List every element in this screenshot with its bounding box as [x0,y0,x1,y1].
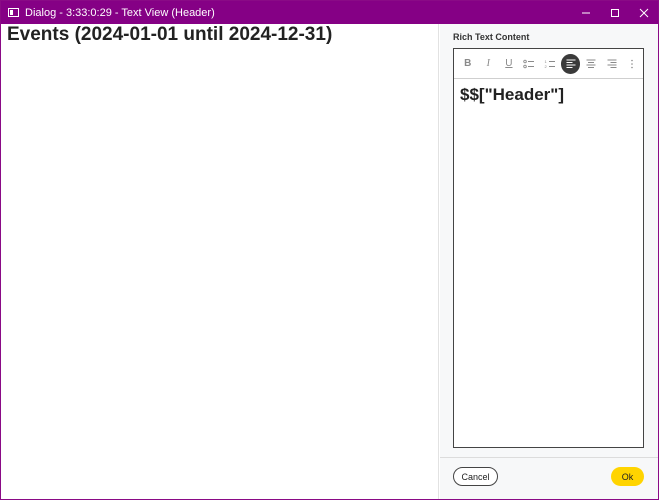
maximize-button[interactable] [600,1,629,24]
more-options-button[interactable] [623,54,643,74]
svg-text:2: 2 [545,64,548,69]
app-window-icon [8,8,19,17]
maximize-icon [610,8,619,17]
align-center-button[interactable] [581,54,601,74]
bullet-list-icon [523,59,535,68]
cancel-button[interactable]: Cancel [453,467,498,486]
editor-content[interactable]: $$["Header"] [454,79,643,111]
editor-toolbar: B I U 1 2 [454,49,643,79]
editor-panel: Rich Text Content B I U 1 2 $$["Header"]… [440,24,658,499]
align-left-icon [566,59,576,68]
dialog-window: Dialog - 3:33:0:29 - Text View (Header) … [0,0,659,500]
align-right-button[interactable] [602,54,622,74]
ok-button[interactable]: Ok [611,467,644,486]
title-bar[interactable]: Dialog - 3:33:0:29 - Text View (Header) [1,1,658,24]
align-right-icon [607,59,617,68]
italic-button[interactable]: I [479,54,499,74]
underline-button[interactable]: U [499,54,519,74]
close-button[interactable] [629,1,658,24]
window-title: Dialog - 3:33:0:29 - Text View (Header) [25,6,215,19]
bullet-list-button[interactable] [520,54,540,74]
minimize-icon [581,12,590,13]
preview-pane: Events (2024-01-01 until 2024-12-31) [1,24,439,499]
preview-heading: Events (2024-01-01 until 2024-12-31) [7,24,333,45]
minimize-button[interactable] [571,1,600,24]
align-left-button[interactable] [560,53,581,74]
dialog-footer: Cancel Ok [440,457,658,499]
rich-text-editor: B I U 1 2 $$["Header"] [453,48,644,448]
bold-button[interactable]: B [458,54,478,74]
numbered-list-button[interactable]: 1 2 [540,54,560,74]
numbered-list-icon: 1 2 [545,59,556,69]
more-vertical-icon [631,59,634,68]
close-icon [639,8,648,17]
rich-text-label: Rich Text Content [453,32,530,42]
align-center-icon [586,59,596,68]
window-controls [571,1,658,24]
